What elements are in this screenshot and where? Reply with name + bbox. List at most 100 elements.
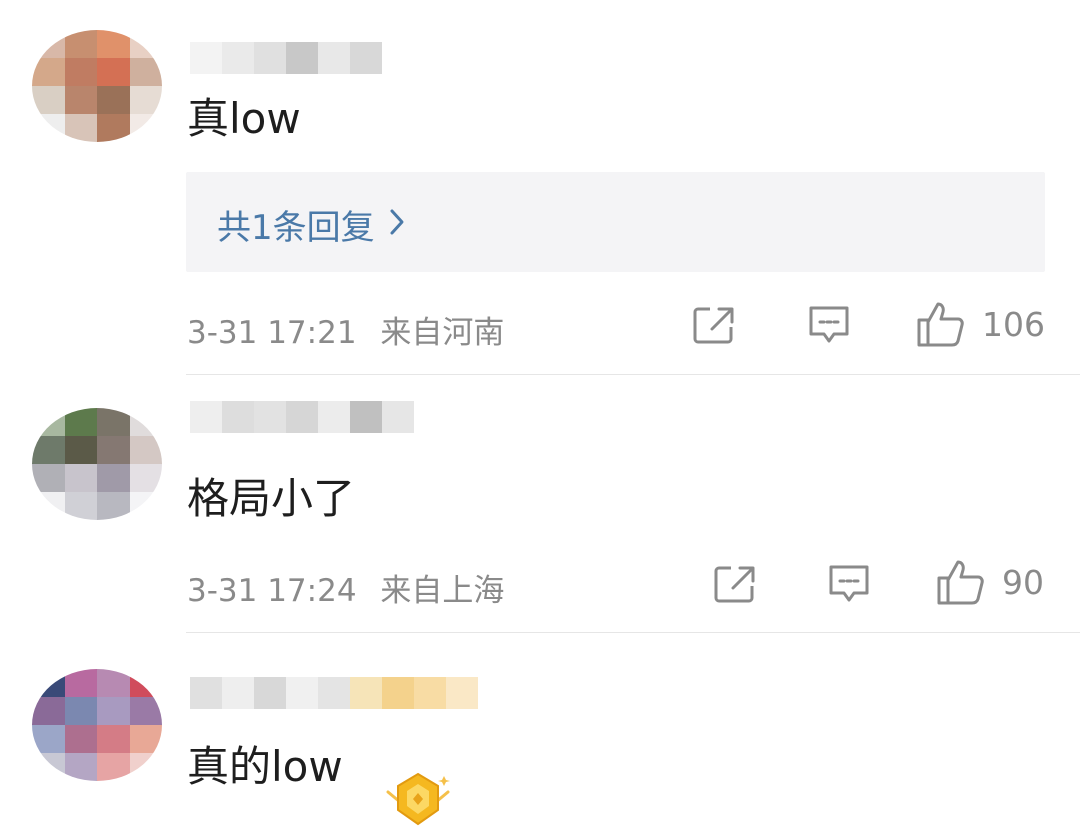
avatar-pixel <box>129 30 162 58</box>
avatar-pixel <box>129 753 162 781</box>
username-pixel <box>414 677 446 709</box>
avatar-pixel <box>129 436 162 464</box>
avatar-pixel <box>32 408 65 436</box>
avatar-pixel <box>97 436 130 464</box>
comment-item: 真low 共1条回复 3-31 17:21 来自河南 106 <box>0 0 1080 374</box>
username-pixel <box>382 401 414 433</box>
avatar[interactable] <box>32 408 162 520</box>
username-pixel <box>190 42 222 74</box>
avatar-pixel <box>129 492 162 520</box>
username-pixel <box>286 401 318 433</box>
avatar-pixel <box>129 669 162 697</box>
username-pixel <box>286 677 318 709</box>
avatar-pixel <box>64 436 97 464</box>
view-replies-link[interactable]: 共1条回复 <box>217 200 405 249</box>
username-pixel <box>350 42 382 74</box>
location: 来自河南 <box>380 315 505 351</box>
username-pixel <box>190 677 222 709</box>
avatar-pixel <box>129 725 162 753</box>
comment-meta: 3-31 17:21 来自河南 <box>187 307 504 352</box>
username[interactable] <box>190 677 478 713</box>
reply-summary: 共1条回复 <box>217 208 375 248</box>
comment-meta: 3-31 17:24 来自上海 <box>187 565 504 610</box>
comment-icon <box>829 565 869 602</box>
avatar-pixel <box>129 408 162 436</box>
avatar[interactable] <box>32 669 162 781</box>
avatar-pixel <box>32 725 65 753</box>
badge-icon <box>380 768 450 826</box>
avatar-pixel <box>32 697 65 725</box>
chevron-right-icon <box>389 204 405 245</box>
username-pixel <box>318 677 350 709</box>
avatar-pixel <box>32 58 65 86</box>
comment-button[interactable] <box>826 561 872 607</box>
username[interactable] <box>190 42 382 78</box>
avatar-pixel <box>32 436 65 464</box>
avatar-pixel <box>32 464 65 492</box>
avatar-pixel <box>32 669 65 697</box>
comment-icon <box>809 306 849 343</box>
avatar-pixel <box>97 86 130 114</box>
timestamp: 3-31 17:24 <box>187 573 357 609</box>
share-icon <box>714 566 755 603</box>
share-button[interactable] <box>690 302 738 348</box>
avatar-pixel <box>97 30 130 58</box>
avatar-pixel <box>64 86 97 114</box>
avatar-pixel <box>64 725 97 753</box>
avatar-pixel <box>129 697 162 725</box>
avatar-pixel <box>97 753 130 781</box>
like-icon <box>937 560 984 605</box>
avatar-pixel <box>129 114 162 142</box>
username-pixel <box>318 401 350 433</box>
like-icon <box>917 302 964 347</box>
username-pixel <box>254 677 286 709</box>
like-button[interactable]: 90 <box>936 558 1044 606</box>
avatar-pixel <box>97 464 130 492</box>
username-pixel <box>254 401 286 433</box>
avatar-pixel <box>97 114 130 142</box>
username-pixel <box>350 401 382 433</box>
avatar-pixel <box>64 697 97 725</box>
like-count: 90 <box>1002 562 1044 602</box>
comment-item: 格局小了 3-31 17:24 来自上海 90 <box>0 375 1080 632</box>
avatar-pixel <box>64 753 97 781</box>
avatar-pixel <box>32 114 65 142</box>
avatar-pixel <box>97 58 130 86</box>
avatar-pixel <box>64 408 97 436</box>
reply-box[interactable]: 共1条回复 <box>186 172 1045 272</box>
username-pixel <box>350 677 382 709</box>
avatar-pixel <box>64 58 97 86</box>
like-button[interactable]: 106 <box>916 300 1045 348</box>
location: 来自上海 <box>380 573 505 609</box>
avatar-pixel <box>64 492 97 520</box>
username-pixel <box>318 42 350 74</box>
share-button[interactable] <box>711 561 759 607</box>
username-pixel <box>446 677 478 709</box>
avatar-pixel <box>129 86 162 114</box>
avatar-pixel <box>64 30 97 58</box>
username-pixel <box>286 42 318 74</box>
like-count: 106 <box>982 304 1045 344</box>
comment-item: 真的low <box>0 633 1080 834</box>
avatar-pixel <box>32 492 65 520</box>
avatar[interactable] <box>32 30 162 142</box>
comment-text: 真low <box>187 94 301 143</box>
comment-text: 真的low <box>187 742 343 791</box>
comment-button[interactable] <box>806 302 852 348</box>
avatar-pixel <box>97 408 130 436</box>
username[interactable] <box>190 401 414 437</box>
avatar-pixel <box>97 725 130 753</box>
avatar-pixel <box>32 30 65 58</box>
avatar-pixel <box>97 492 130 520</box>
avatar-pixel <box>129 464 162 492</box>
comment-text: 格局小了 <box>187 474 356 523</box>
username-pixel <box>254 42 286 74</box>
avatar-pixel <box>97 697 130 725</box>
username-pixel <box>190 401 222 433</box>
avatar-pixel <box>32 86 65 114</box>
username-pixel <box>222 42 254 74</box>
username-pixel <box>222 677 254 709</box>
share-icon <box>693 307 734 344</box>
avatar-pixel <box>97 669 130 697</box>
username-pixel <box>222 401 254 433</box>
